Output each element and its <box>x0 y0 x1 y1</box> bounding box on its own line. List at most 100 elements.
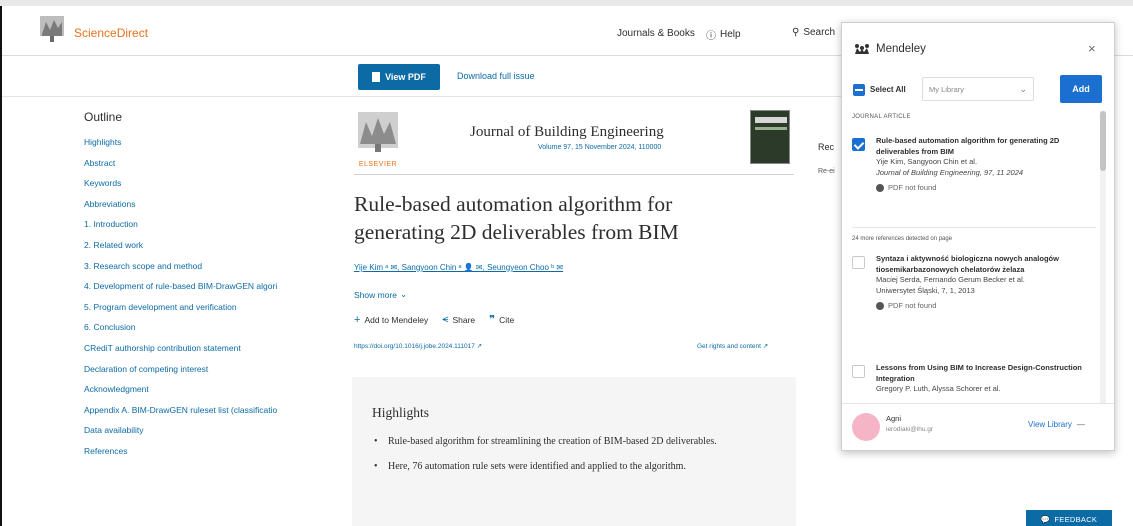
outline-item-related-work[interactable]: 2. Related work <box>84 239 354 260</box>
brand-link[interactable]: ScienceDirect <box>74 26 148 40</box>
journal-name-link[interactable]: Journal of Building Engineering <box>470 124 664 141</box>
scrollbar-thumb[interactable] <box>1100 111 1106 171</box>
mendeley-footer: Agni ierodiaki@ihu.gr View Library — <box>842 403 1114 450</box>
reference-checkbox[interactable] <box>852 138 865 151</box>
share-button[interactable]: ⪪ Share <box>442 313 475 326</box>
section-label-journal-article: JOURNAL ARTICLE <box>852 114 911 120</box>
highlight-item: • Rule-based algorithm for streamlining … <box>372 433 776 450</box>
reference-journal: Uniwersytet Śląski, 7, 1, 2013 <box>876 285 975 295</box>
close-icon[interactable]: × <box>1088 41 1096 56</box>
outline-item-research-scope[interactable]: 3. Research scope and method <box>84 260 354 281</box>
recommended-heading: Rec <box>818 142 835 152</box>
add-to-mendeley-label: Add to Mendeley <box>364 314 429 325</box>
highlight-text: Here, 76 automation rule sets were ident… <box>388 461 686 472</box>
cover-band <box>755 127 787 130</box>
pdf-status: PDF not found <box>876 300 1084 312</box>
select-all-label[interactable]: Select All <box>870 85 906 94</box>
user-name: Agni <box>886 414 902 423</box>
reference-title: Lessons from Using BIM to Increase Desig… <box>876 363 1082 383</box>
reference-title: Rule-based automation algorithm for gene… <box>876 136 1060 156</box>
outline-item-data-availability[interactable]: Data availability <box>84 424 354 445</box>
bullet: • <box>374 436 378 447</box>
reference-authors: Gregory P. Luth, Alyssa Schorer et al. <box>876 384 1001 393</box>
chat-bubble-icon: 💬 <box>1040 514 1051 524</box>
author-list[interactable]: Yije Kim ᵃ ✉, Sangyoon Chin ᵃ 👤 ✉, Seung… <box>354 263 563 272</box>
reference-checkbox[interactable] <box>852 256 865 269</box>
view-library-label: View Library <box>1028 420 1072 429</box>
chevron-down-icon: ⌄ <box>1019 84 1027 94</box>
rights-content-link[interactable]: Get rights and content ↗ <box>697 342 768 350</box>
reference-checkbox[interactable] <box>852 365 865 378</box>
elsevier-logo[interactable]: ELSEVIER <box>354 110 402 168</box>
outline-item-acknowledgment[interactable]: Acknowledgment <box>84 383 354 404</box>
feedback-button[interactable]: 💬 FEEDBACK <box>1026 510 1112 526</box>
cite-button[interactable]: ❞ Cite <box>489 313 514 326</box>
doi-link[interactable]: https://doi.org/10.1016/j.jobe.2024.1110… <box>354 342 482 350</box>
outline-item-introduction[interactable]: 1. Introduction <box>84 218 354 239</box>
reference-authors: Yije Kim, Sangyoon Chin et al. <box>876 157 978 166</box>
outline-item-appendix[interactable]: Appendix A. BIM-DrawGEN ruleset list (cl… <box>84 404 354 425</box>
mendeley-logo-icon <box>855 44 869 54</box>
elsevier-wordmark: ELSEVIER <box>358 161 398 168</box>
avatar[interactable] <box>852 413 880 441</box>
outline-item-highlights[interactable]: Highlights <box>84 136 354 157</box>
view-library-link[interactable]: View Library — <box>1028 420 1085 429</box>
reference-body: Rule-based automation algorithm for gene… <box>876 136 1084 194</box>
journal-cover-image[interactable] <box>750 110 790 164</box>
outline-title: Outline <box>84 110 123 124</box>
user-email: ierodiaki@ihu.gr <box>886 426 934 433</box>
show-more-label: Show more <box>354 289 397 300</box>
search-link[interactable]: ⚲ Search <box>792 27 835 38</box>
add-to-mendeley-button[interactable]: + Add to Mendeley <box>354 313 428 326</box>
article-title-line1: Rule-based automation algorithm for <box>354 192 673 216</box>
bullet: • <box>374 461 378 472</box>
help-link[interactable]: ⓘ Help <box>706 27 741 42</box>
share-icon: ⪪ <box>442 313 449 325</box>
mendeley-header: Mendeley × <box>842 23 1114 75</box>
mendeley-panel: Mendeley × Select All My Library ⌄ Add J… <box>841 22 1115 451</box>
pdf-status-icon <box>876 302 884 310</box>
download-full-issue-link[interactable]: Download full issue <box>457 71 535 81</box>
reference-journal: Journal of Building Engineering, 97, 11 … <box>876 167 1024 177</box>
highlights-title: Highlights <box>372 405 430 420</box>
mendeley-title: Mendeley <box>876 43 926 55</box>
journals-books-link[interactable]: Journals & Books <box>617 28 695 39</box>
add-button[interactable]: Add <box>1060 75 1102 103</box>
section-label-more-references: 24 more references detected on page <box>852 236 953 242</box>
article-toolbar: View PDF Download full issue <box>2 57 842 97</box>
pdf-status-text: PDF not found <box>888 301 937 310</box>
library-select[interactable]: My Library ⌄ <box>922 77 1034 101</box>
minus-icon: — <box>1076 420 1085 429</box>
article-title-line2: generating 2D deliverables from BIM <box>354 220 679 244</box>
cite-label: Cite <box>499 314 515 325</box>
search-icon: ⚲ <box>792 27 800 38</box>
view-pdf-label: View PDF <box>385 72 426 82</box>
select-all-checkbox[interactable] <box>853 84 865 96</box>
highlights-box: Highlights • Rule-based algorithm for st… <box>352 377 796 526</box>
outline-item-development[interactable]: 4. Development of rule-based BIM-DrawGEN… <box>84 280 354 301</box>
outline-item-declaration[interactable]: Declaration of competing interest <box>84 363 354 384</box>
outline-item-references[interactable]: References <box>84 445 354 466</box>
library-select-value: My Library <box>929 85 965 94</box>
article-actions: + Add to Mendeley ⪪ Share ❞ Cite <box>354 313 514 326</box>
article-title: Rule-based automation algorithm for gene… <box>354 190 794 246</box>
pdf-icon <box>372 72 381 82</box>
quote-icon: ❞ <box>489 314 496 326</box>
outline-item-credit[interactable]: CRediT authorship contribution statement <box>84 342 354 363</box>
outline-item-abbreviations[interactable]: Abbreviations <box>84 198 354 219</box>
help-label: Help <box>720 29 741 40</box>
recommended-sub: Re-ei <box>818 168 835 175</box>
search-label: Search <box>803 27 836 38</box>
reference-body: Syntaza i aktywność biologiczna nowych a… <box>876 254 1084 312</box>
outline-item-keywords[interactable]: Keywords <box>84 177 354 198</box>
view-pdf-button[interactable]: View PDF <box>358 64 440 90</box>
journal-volume-link[interactable]: Volume 97, 15 November 2024, 110000 <box>538 144 661 151</box>
outline-item-conclusion[interactable]: 6. Conclusion <box>84 321 354 342</box>
pdf-status: PDF not found <box>876 182 1084 194</box>
reference-title: Syntaza i aktywność biologiczna nowych a… <box>876 254 1059 274</box>
outline-item-program-development[interactable]: 5. Program development and verification <box>84 301 354 322</box>
elsevier-tree-logo-icon[interactable] <box>38 14 66 44</box>
show-more-button[interactable]: Show more ⌄ <box>354 289 407 300</box>
pdf-status-text: PDF not found <box>888 183 937 192</box>
outline-item-abstract[interactable]: Abstract <box>84 157 354 178</box>
